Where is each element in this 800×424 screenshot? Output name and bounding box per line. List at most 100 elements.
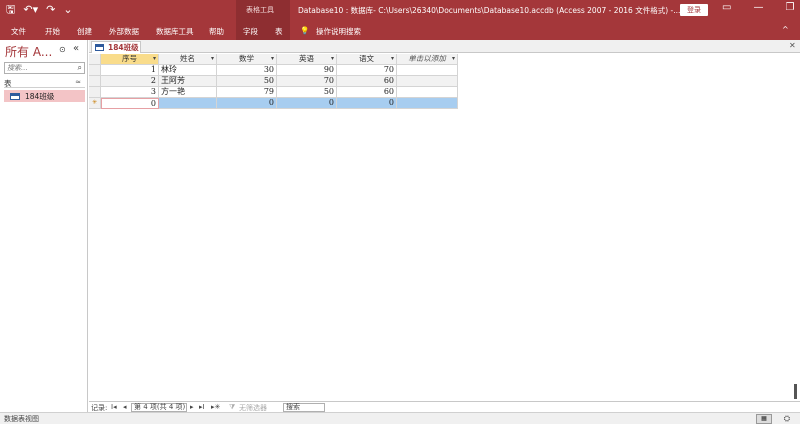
cell-name[interactable]: 林玲	[159, 65, 217, 76]
status-text: 数据表视图	[4, 415, 39, 423]
record-search-input[interactable]: 搜索	[283, 403, 325, 412]
cell-name[interactable]: 王阿芳	[159, 76, 217, 87]
ribbon-display-icon[interactable]: ▭	[722, 2, 731, 13]
table-icon	[95, 44, 104, 51]
window-title: Database10 : 数据库- C:\Users\26340\Documen…	[298, 6, 681, 15]
cell-chinese[interactable]: 0	[337, 98, 397, 109]
chevron-up-icon[interactable]: ≈	[75, 78, 81, 86]
undo-icon[interactable]: ↶▾	[23, 3, 38, 17]
cell-id[interactable]: 0	[101, 98, 159, 109]
cell-chinese[interactable]: 60	[337, 76, 397, 87]
tab-fields-overlay[interactable]: 字段	[243, 26, 258, 37]
ribbon-collapse-icon[interactable]: ^	[782, 25, 789, 34]
record-selector[interactable]	[89, 76, 101, 87]
column-header-label: 语文	[359, 54, 374, 63]
dropdown-arrow-icon[interactable]: ▾	[153, 54, 156, 64]
first-record-icon[interactable]: I◂	[111, 403, 117, 411]
previous-record-icon[interactable]: ◂	[123, 403, 127, 411]
save-icon[interactable]: 🖫	[6, 3, 15, 17]
column-header-english[interactable]: 英语 ▾	[277, 54, 337, 65]
cell-name[interactable]: 方一艳	[159, 87, 217, 98]
tab-create[interactable]: 创建	[77, 26, 92, 37]
cell-id[interactable]: 3	[101, 87, 159, 98]
cell-chinese[interactable]: 60	[337, 87, 397, 98]
quick-access-toolbar: 🖫 ↶▾ ↷ ⌄	[6, 3, 73, 17]
tab-help[interactable]: 帮助	[209, 26, 224, 37]
redo-icon[interactable]: ↷	[46, 3, 55, 17]
column-header-id[interactable]: 序号 ▾	[101, 54, 159, 65]
nav-group-tables[interactable]: 表 ≈	[4, 78, 85, 88]
cell-add[interactable]	[397, 98, 458, 109]
cell-add[interactable]	[397, 65, 458, 76]
tab-table-overlay[interactable]: 表	[275, 26, 283, 37]
record-navigator: 记录: I◂ ◂ 第 4 项(共 4 项) ▸ ▸I ▸✳ ⧩ 无筛选器 搜索	[89, 401, 800, 412]
status-bar: 数据表视图 ▦ ⛭	[0, 412, 800, 424]
cell-add[interactable]	[397, 87, 458, 98]
dropdown-arrow-icon[interactable]: ▾	[211, 54, 214, 64]
nav-group-label: 表	[4, 79, 12, 88]
dropdown-arrow-icon[interactable]: ▾	[452, 54, 455, 64]
navigation-pane: 所有 A... ⊙ « ⌕ 表 ≈ 184班级	[0, 40, 88, 412]
column-header-add[interactable]: 单击以添加 ▾	[397, 54, 458, 65]
cell-english[interactable]: 50	[277, 87, 337, 98]
document-area: 184班级 ✕ 序号 ▾ 姓名 ▾ 数学 ▾ 英语 ▾ 语文 ▾ 单击以添加 ▾ 1 林玲 …	[89, 40, 800, 412]
cell-name[interactable]	[159, 98, 217, 109]
nav-item-184-class[interactable]: 184班级	[4, 90, 85, 102]
tab-database-tools[interactable]: 数据库工具	[156, 26, 194, 37]
restore-icon[interactable]: ❐	[785, 2, 794, 13]
minimize-icon[interactable]: —	[753, 2, 763, 13]
dropdown-arrow-icon[interactable]: ▾	[391, 54, 394, 64]
record-selector[interactable]	[89, 65, 101, 76]
column-header-name[interactable]: 姓名 ▾	[159, 54, 217, 65]
nav-dropdown-icon[interactable]: ⊙	[59, 45, 66, 54]
nav-search-input[interactable]	[5, 63, 71, 73]
record-selector[interactable]	[89, 87, 101, 98]
close-document-icon[interactable]: ✕	[789, 41, 796, 50]
filter-icon[interactable]: ⧩	[229, 403, 235, 412]
document-tabs: 184班级 ✕	[89, 40, 800, 53]
select-all-corner[interactable]	[89, 54, 101, 65]
vertical-scrollbar-thumb[interactable]	[794, 384, 797, 399]
record-position-field[interactable]: 第 4 项(共 4 项)	[131, 403, 187, 412]
dropdown-arrow-icon[interactable]: ▾	[271, 54, 274, 64]
doc-tab-184-class[interactable]: 184班级	[91, 41, 141, 53]
nav-title[interactable]: 所有 A...	[5, 43, 52, 60]
column-header-label: 姓名	[180, 54, 195, 63]
window-controls: ▭ — ❐ ✕	[722, 2, 800, 13]
new-record-icon[interactable]: ✳	[89, 98, 101, 109]
cell-id[interactable]: 2	[101, 76, 159, 87]
tell-me-search[interactable]: 操作说明搜索	[316, 26, 361, 37]
tab-home[interactable]: 开始	[45, 26, 60, 37]
cell-math[interactable]: 79	[217, 87, 277, 98]
datasheet-view-icon[interactable]: ▦	[756, 414, 772, 424]
cell-english[interactable]: 90	[277, 65, 337, 76]
customize-icon[interactable]: ⌄	[63, 3, 72, 17]
title-bar: 🖫 ↶▾ ↷ ⌄ Database10 : 数据库- C:\Users\2634…	[0, 0, 800, 20]
design-view-icon[interactable]: ⛭	[780, 414, 794, 424]
cell-math[interactable]: 50	[217, 76, 277, 87]
column-header-label: 数学	[239, 54, 254, 63]
login-button[interactable]: 登录	[680, 4, 708, 16]
next-record-icon[interactable]: ▸	[190, 403, 194, 411]
tab-file[interactable]: 文件	[11, 26, 26, 37]
last-record-icon[interactable]: ▸I	[199, 403, 205, 411]
cell-math[interactable]: 0	[217, 98, 277, 109]
nav-collapse-icon[interactable]: «	[73, 43, 79, 54]
cell-english[interactable]: 0	[277, 98, 337, 109]
new-record-nav-icon[interactable]: ▸✳	[211, 403, 220, 411]
cell-add[interactable]	[397, 76, 458, 87]
cell-english[interactable]: 70	[277, 76, 337, 87]
column-header-chinese[interactable]: 语文 ▾	[337, 54, 397, 65]
lightbulb-icon: 💡	[300, 26, 310, 35]
nav-item-label: 184班级	[25, 91, 55, 101]
cell-chinese[interactable]: 70	[337, 65, 397, 76]
doc-tab-label: 184班级	[108, 43, 139, 52]
cell-math[interactable]: 30	[217, 65, 277, 76]
column-header-label: 序号	[122, 54, 137, 63]
tab-external-data[interactable]: 外部数据	[109, 26, 139, 37]
dropdown-arrow-icon[interactable]: ▾	[331, 54, 334, 64]
ribbon-tabs: 文件 开始 创建 外部数据 数据库工具 帮助 字段 表 💡 操作说明搜索 ^	[0, 20, 800, 40]
cell-id[interactable]: 1	[101, 65, 159, 76]
column-header-math[interactable]: 数学 ▾	[217, 54, 277, 65]
search-icon[interactable]: ⌕	[78, 63, 82, 73]
